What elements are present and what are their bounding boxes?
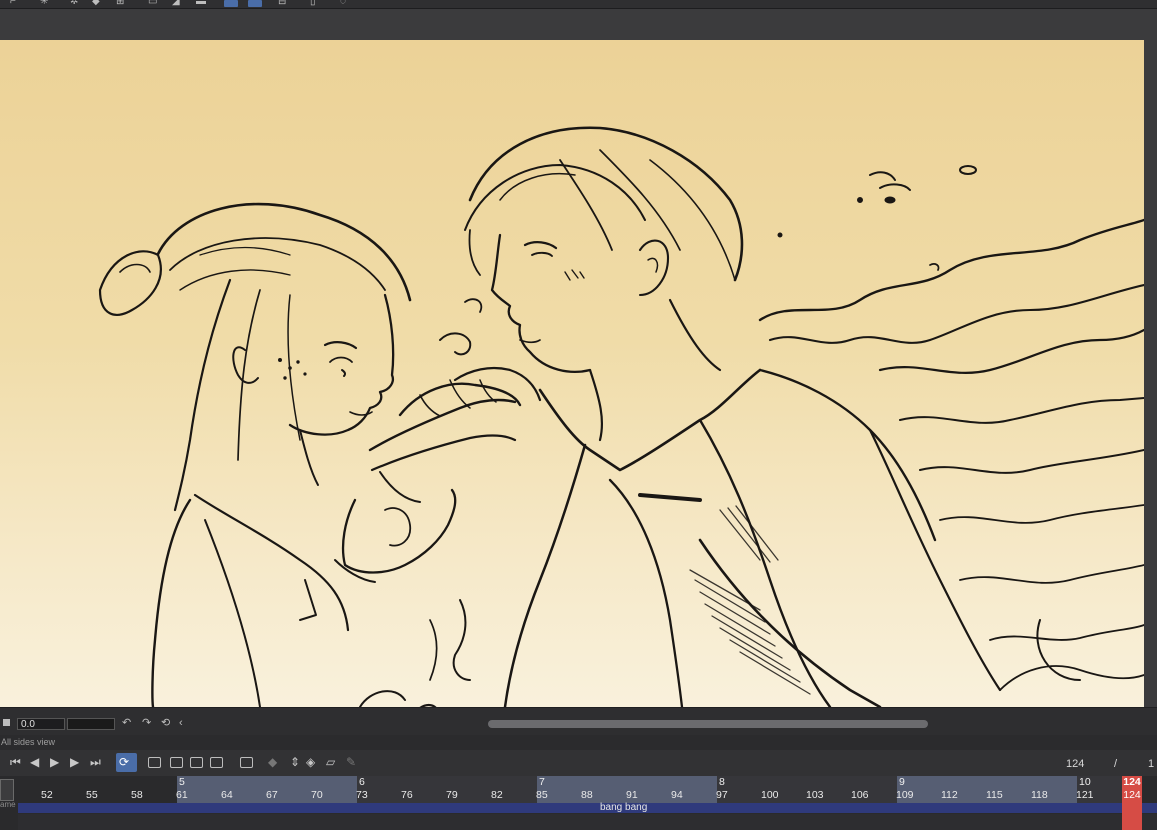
playhead-frame-label: 124 xyxy=(1123,789,1141,801)
first-frame-icon[interactable]: ⏮ xyxy=(10,755,21,769)
section-label: 8 xyxy=(719,776,725,788)
rotation-slider[interactable] xyxy=(67,718,115,730)
loop-icon: ⟳ xyxy=(119,755,130,769)
rotate-left-icon[interactable]: ↶ xyxy=(122,717,131,729)
specify-cel-icon[interactable] xyxy=(190,757,203,768)
frame-tick-label: 88 xyxy=(581,789,593,801)
frame-tick-label: 100 xyxy=(761,789,779,801)
undo-icon[interactable] xyxy=(224,0,238,7)
easing-icon[interactable]: ▱ xyxy=(326,755,335,769)
frame-tick-label: 73 xyxy=(356,789,368,801)
frame-tick-label: 91 xyxy=(626,789,638,801)
onion-skin-icon[interactable] xyxy=(240,757,253,768)
timeline-body[interactable]: 5 6 7 8 9 10 52 55 58 61 64 67 70 73 76 79 82 85 88 91 94 97… xyxy=(0,776,1157,830)
frame-tick-label: 70 xyxy=(311,789,323,801)
drawing-canvas[interactable] xyxy=(0,40,1144,707)
stop-icon[interactable] xyxy=(3,719,10,726)
phone-icon[interactable]: ▯ xyxy=(310,0,316,7)
interpolation-icon[interactable]: ◈ xyxy=(306,755,315,769)
frame-tick-label: 118 xyxy=(1031,789,1048,801)
track-lower-row[interactable] xyxy=(18,814,1157,830)
previous-frame-icon[interactable]: ◀ xyxy=(30,755,39,769)
new-animation-folder-icon[interactable] xyxy=(148,757,161,768)
frame-tick-label: 109 xyxy=(896,789,914,801)
rect-icon[interactable]: ▭ xyxy=(148,0,157,7)
new-cel-icon[interactable] xyxy=(170,757,183,768)
layer-icon[interactable]: ▬ xyxy=(196,0,206,7)
frame-tick-label: 82 xyxy=(491,789,503,801)
playhead-section-label: 124 xyxy=(1123,776,1141,788)
frame-tick-label: 112 xyxy=(941,789,958,801)
grid-icon[interactable]: ⊞ xyxy=(116,0,124,7)
sketch-illustration xyxy=(98,126,1144,707)
timeline-toolbar: ⏮ ◀ ▶ ▶ ⏭ ⟳ ◆ ⇕ ◈ ▱ ✎ 124 / 1 xyxy=(0,750,1157,776)
keyframe-icon[interactable]: ◆ xyxy=(268,755,277,769)
track-left-label: ame xyxy=(0,800,16,809)
delete-cel-icon[interactable] xyxy=(210,757,223,768)
section-label: 6 xyxy=(359,776,365,788)
paint-icon[interactable]: ✳ xyxy=(40,0,48,7)
rotate-right-icon[interactable]: ↷ xyxy=(142,717,151,729)
frame-tick-label: 52 xyxy=(41,789,53,801)
frame-tick-label: 58 xyxy=(131,789,143,801)
canvas-control-bar: 0.0 ↶ ↷ ⟲ ‹ xyxy=(0,707,1157,736)
track-bang-bang[interactable] xyxy=(18,803,1157,813)
frame-tick-label: 85 xyxy=(536,789,548,801)
current-frame-number[interactable]: 124 xyxy=(1066,758,1084,770)
star-icon[interactable]: ✲ xyxy=(70,0,78,7)
collapse-icon[interactable]: ‹ xyxy=(179,717,183,729)
toolbar-spacer xyxy=(0,9,1157,40)
panel-title: All sides view xyxy=(1,737,56,747)
frame-tick-label: 103 xyxy=(806,789,824,801)
tool-icon[interactable]: ⌐ xyxy=(10,0,16,7)
frame-tick-label: 97 xyxy=(716,789,728,801)
top-toolbar: ⌐ ✳ ✲ ◆ ⊞ ▭ ◢ ▬ ⊟ ▯ ◌ xyxy=(0,0,1157,9)
section-label: 7 xyxy=(539,776,545,788)
frame-tick-label: 106 xyxy=(851,789,869,801)
select-icon[interactable]: ⊟ xyxy=(278,0,286,7)
frame-tick-label: 76 xyxy=(401,789,413,801)
last-frame-icon[interactable]: ⏭ xyxy=(90,755,101,769)
horizontal-scrollbar[interactable] xyxy=(488,720,928,728)
fill-icon[interactable]: ◢ xyxy=(172,0,180,7)
section-label: 10 xyxy=(1079,776,1091,788)
timeline-header: All sides view xyxy=(0,735,1157,750)
frame-tick-label: 79 xyxy=(446,789,458,801)
reset-rotation-icon[interactable]: ⟲ xyxy=(161,717,170,729)
frame-tick-label: 55 xyxy=(86,789,98,801)
loop-button[interactable]: ⟳ xyxy=(116,753,137,772)
frame-tick-label: 94 xyxy=(671,789,683,801)
rotation-angle-input[interactable]: 0.0 xyxy=(17,718,65,730)
keyframe-updown-icon[interactable]: ⇕ xyxy=(290,755,300,769)
frame-tick-label: 67 xyxy=(266,789,278,801)
play-icon[interactable]: ▶ xyxy=(50,755,59,769)
frame-tick-label: 64 xyxy=(221,789,233,801)
frame-tick-label: 115 xyxy=(986,789,1003,801)
total-frame-number: 1 xyxy=(1148,758,1155,770)
redo-icon[interactable] xyxy=(248,0,262,7)
frame-spinner[interactable] xyxy=(0,779,14,801)
pencil-icon[interactable]: ✎ xyxy=(346,755,356,769)
canvas-right-gutter xyxy=(1144,40,1157,707)
track-label: bang bang xyxy=(600,802,648,813)
next-frame-icon[interactable]: ▶ xyxy=(70,755,79,769)
frame-separator: / xyxy=(1114,758,1118,770)
frame-tick-label: 61 xyxy=(176,789,188,801)
section-label: 9 xyxy=(899,776,905,788)
section-label: 5 xyxy=(179,776,185,788)
frame-tick-label: 121 xyxy=(1076,789,1094,801)
diamond-icon[interactable]: ◆ xyxy=(92,0,100,7)
speech-icon[interactable]: ◌ xyxy=(340,0,346,7)
